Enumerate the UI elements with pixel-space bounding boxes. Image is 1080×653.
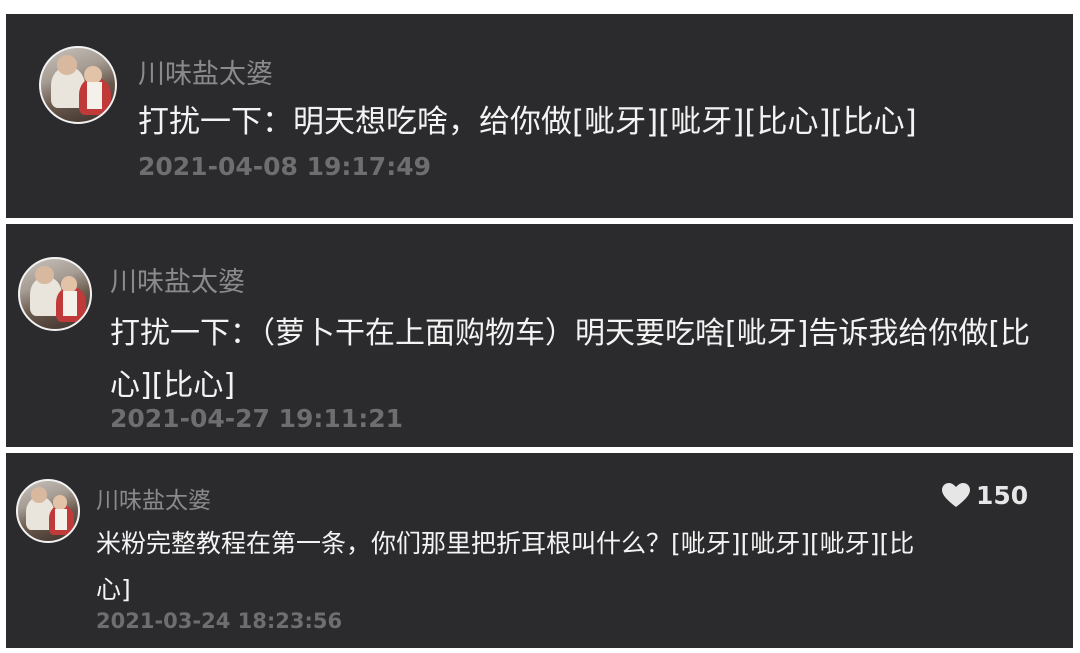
like-button[interactable]: 150: [942, 481, 1028, 510]
comment-username[interactable]: 川味盐太婆: [96, 481, 211, 515]
comment-card-2: 川味盐太婆 打扰一下：（萝卜干在上面购物车）明天要吃啥[呲牙]告诉我给你做[比心…: [6, 224, 1073, 447]
user-avatar[interactable]: [16, 479, 80, 543]
user-avatar[interactable]: [18, 257, 92, 331]
comment-timestamp: 2021-04-08 19:17:49: [138, 152, 431, 181]
comment-text: 打扰一下：明天想吃啥，给你做[呲牙][呲牙][比心][比心]: [138, 104, 917, 140]
comment-card-3: 川味盐太婆 150 米粉完整教程在第一条，你们那里把折耳根叫什么？[呲牙][呲牙…: [6, 453, 1073, 648]
comment-username[interactable]: 川味盐太婆: [110, 260, 245, 299]
comment-text: 打扰一下：（萝卜干在上面购物车）明天要吃啥[呲牙]告诉我给你做[比心][比心]: [110, 316, 1031, 403]
comment-timestamp: 2021-03-24 18:23:56: [96, 609, 343, 633]
comment-text: 米粉完整教程在第一条，你们那里把折耳根叫什么？[呲牙][呲牙][呲牙][比心]: [96, 529, 915, 604]
heart-icon: [942, 483, 970, 508]
like-count: 150: [976, 481, 1029, 510]
user-avatar[interactable]: [39, 46, 117, 124]
comment-card-1: 川味盐太婆 打扰一下：明天想吃啥，给你做[呲牙][呲牙][比心][比心] 202…: [6, 14, 1073, 218]
comment-timestamp: 2021-04-27 19:11:21: [110, 404, 403, 433]
comment-username[interactable]: 川味盐太婆: [138, 52, 273, 91]
